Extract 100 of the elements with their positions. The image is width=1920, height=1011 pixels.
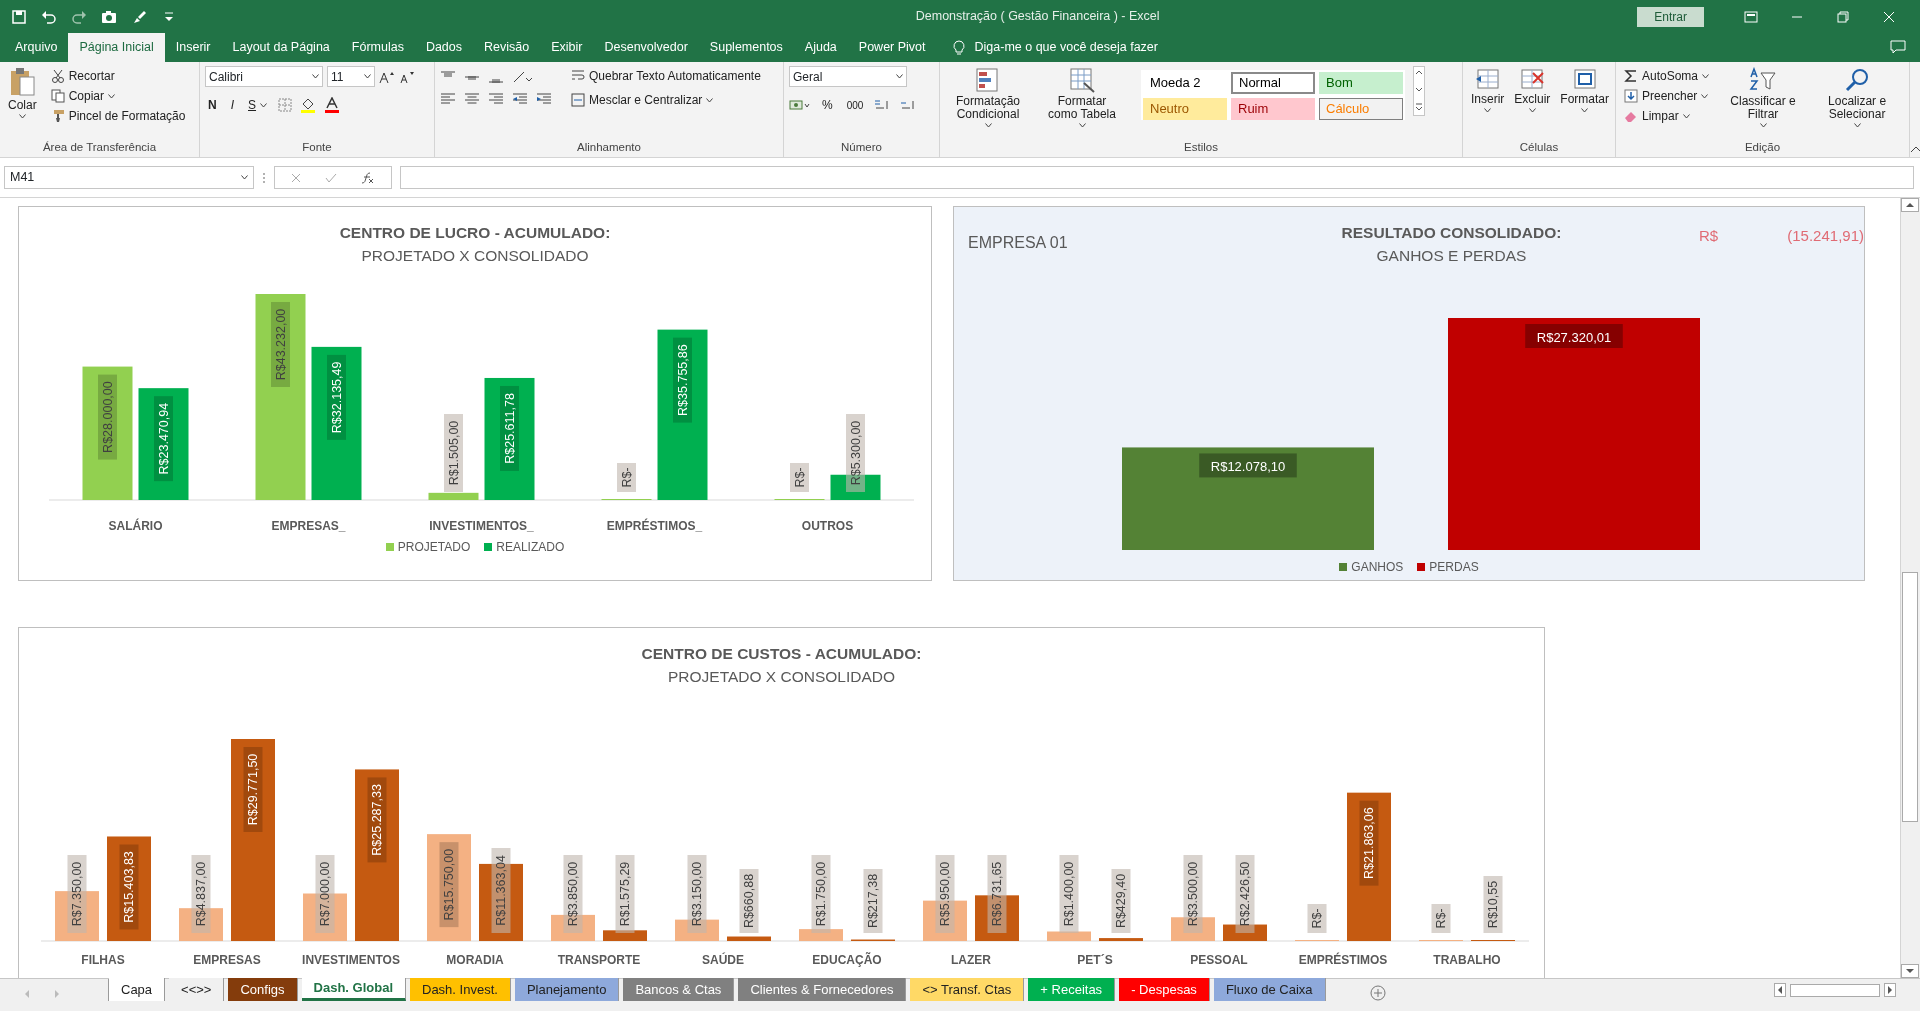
close-icon[interactable] [1882,9,1896,24]
vertical-scrollbar[interactable] [1900,198,1920,978]
data-label: R$1.575,29 [615,854,635,933]
cell-style-item[interactable]: Ruim [1231,98,1315,120]
scroll-thumb[interactable] [1790,983,1880,997]
bar [428,492,479,500]
clear-button[interactable]: Limpar [1621,106,1713,126]
underline-button[interactable]: S [245,95,271,115]
merge-center-button[interactable]: Mesclar e Centralizar [568,90,764,110]
check-icon[interactable] [325,172,337,183]
data-label: R$23.470,94 [154,395,173,481]
cancel-icon[interactable] [291,172,301,183]
data-label: R$25.611,78 [500,385,519,471]
percent-button[interactable]: % [819,95,836,115]
cell-style-item[interactable]: Bom [1319,72,1403,94]
camera-icon[interactable] [101,8,117,25]
formula-input[interactable] [400,166,1914,189]
font-name-field[interactable]: Calibri [205,66,323,87]
autosum-button[interactable]: AutoSoma [1621,66,1713,86]
align-left-icon[interactable] [440,92,456,106]
gallery-scroll-icon[interactable] [1413,66,1425,116]
ribbon-tab[interactable]: Fórmulas [340,33,415,62]
cell-style-item[interactable]: Normal [1231,72,1315,94]
tell-me-field[interactable]: Diga-me o que você deseja fazer [972,37,1213,58]
align-center-icon[interactable] [464,92,480,106]
grow-font-icon[interactable] [379,69,395,84]
caret-icon [260,102,268,108]
conditional-formatting-button[interactable]: Formatação Condicional [945,66,1031,129]
ribbon-tab[interactable]: Layout da Página [221,33,341,62]
sort-filter-button[interactable]: Classificar e Filtrar [1720,66,1807,129]
name-box[interactable]: M41 [4,166,254,189]
paste-button[interactable]: Colar [5,66,40,126]
data-label: R$7.350,00 [70,861,84,926]
font-color-icon[interactable] [324,97,341,113]
currency-icon[interactable] [789,98,811,112]
ribbon-tab[interactable]: Desenvolvedor [593,33,699,62]
sheet-tab[interactable]: Fluxo de Caixa [1213,978,1326,1001]
ribbon-tab[interactable]: Revisão [473,33,541,62]
ribbon-tab[interactable]: Arquivo [4,33,69,62]
scroll-right-icon[interactable] [1884,983,1896,997]
ribbon-tab[interactable]: Exibir [540,33,594,62]
scroll-thumb[interactable] [1902,572,1918,822]
data-label: R$7.000,00 [318,861,332,926]
align-right-icon[interactable] [488,92,504,106]
sheet-tab[interactable]: - Despesas [1119,978,1210,1001]
sheet-tab[interactable]: <> Transf. Ctas [910,978,1025,1001]
find-select-button[interactable]: Localizar e Selecionar [1814,66,1901,129]
sheet-tab[interactable]: Configs [228,978,298,1001]
scroll-down-icon[interactable] [1901,964,1919,978]
add-sheet-icon[interactable] [1369,985,1386,1001]
sheet-tab[interactable]: Dash. Invest. [410,978,511,1001]
category-label: EMPRESAS_ [271,518,346,533]
cell-style-item[interactable]: Neutro [1143,98,1227,120]
ribbon-tab[interactable]: Ajuda [793,33,848,62]
sheet-tab[interactable]: Clientes & Fornecedores [738,978,907,1001]
caret-icon [1701,93,1709,99]
ribbon-tab[interactable]: Power Pivot [847,33,937,62]
function-icon[interactable] [361,171,375,184]
category-label: INVESTIMENTOS_ [429,518,534,533]
format-as-table-button[interactable]: Formatar como Tabela [1039,66,1125,129]
sheet-tab[interactable]: Dash. Global [301,978,406,1001]
ribbon-tab[interactable]: Inserir [164,33,222,62]
sheet-tab[interactable]: <<>> [169,978,225,1001]
font-size-field[interactable]: 11 [327,66,375,87]
cut-button[interactable]: Recortar [47,66,189,86]
bold-button[interactable]: N [205,95,220,115]
redo-icon[interactable] [71,8,87,25]
format-cells-button[interactable]: Formatar [1557,66,1613,114]
ribbon-tab[interactable]: Suplementos [698,33,794,62]
restore-icon[interactable] [1836,9,1850,24]
fill-color-icon[interactable] [300,97,317,113]
copy-button[interactable]: Copiar [47,86,189,106]
sheet-tab[interactable]: Capa [109,978,166,1001]
decrease-indent-icon[interactable] [512,92,528,106]
save-icon[interactable] [11,8,27,25]
italic-button[interactable]: I [227,95,237,115]
sheet-tab[interactable]: Planejamento [514,978,620,1001]
number-format-field[interactable]: Geral [789,66,907,87]
ribbon-display-icon[interactable] [1744,9,1758,24]
increase-indent-icon[interactable] [536,92,552,106]
shrink-font-icon[interactable] [399,69,415,84]
fill-button[interactable]: Preencher [1621,86,1713,106]
format-painter-button[interactable]: Pincel de Formatação [47,106,189,126]
thousands-button[interactable]: 000 [843,96,867,114]
sheet-tab[interactable]: Bancos & Ctas [623,978,735,1001]
comment-icon[interactable] [1890,40,1906,54]
collapse-ribbon-icon[interactable] [1910,145,1920,153]
text-orientation-icon[interactable] [512,70,534,84]
scroll-up-icon[interactable] [1901,198,1919,212]
brush-icon[interactable] [131,8,147,25]
category-label: SALÁRIO [108,518,163,533]
insert-cells-button[interactable]: Inserir [1468,66,1508,114]
delete-cells-button[interactable]: Excluir [1511,66,1554,114]
ribbon-tab[interactable]: Página Inicial [68,33,165,62]
ribbon-tab[interactable]: Dados [414,33,474,62]
horizontal-scrollbar[interactable] [1774,983,1896,997]
scroll-left-icon[interactable] [1774,983,1786,997]
sign-in-button[interactable]: Entrar [1637,6,1704,27]
scissors-icon [50,69,65,83]
wrap-text-button[interactable]: Quebrar Texto Automaticamente [568,66,764,86]
